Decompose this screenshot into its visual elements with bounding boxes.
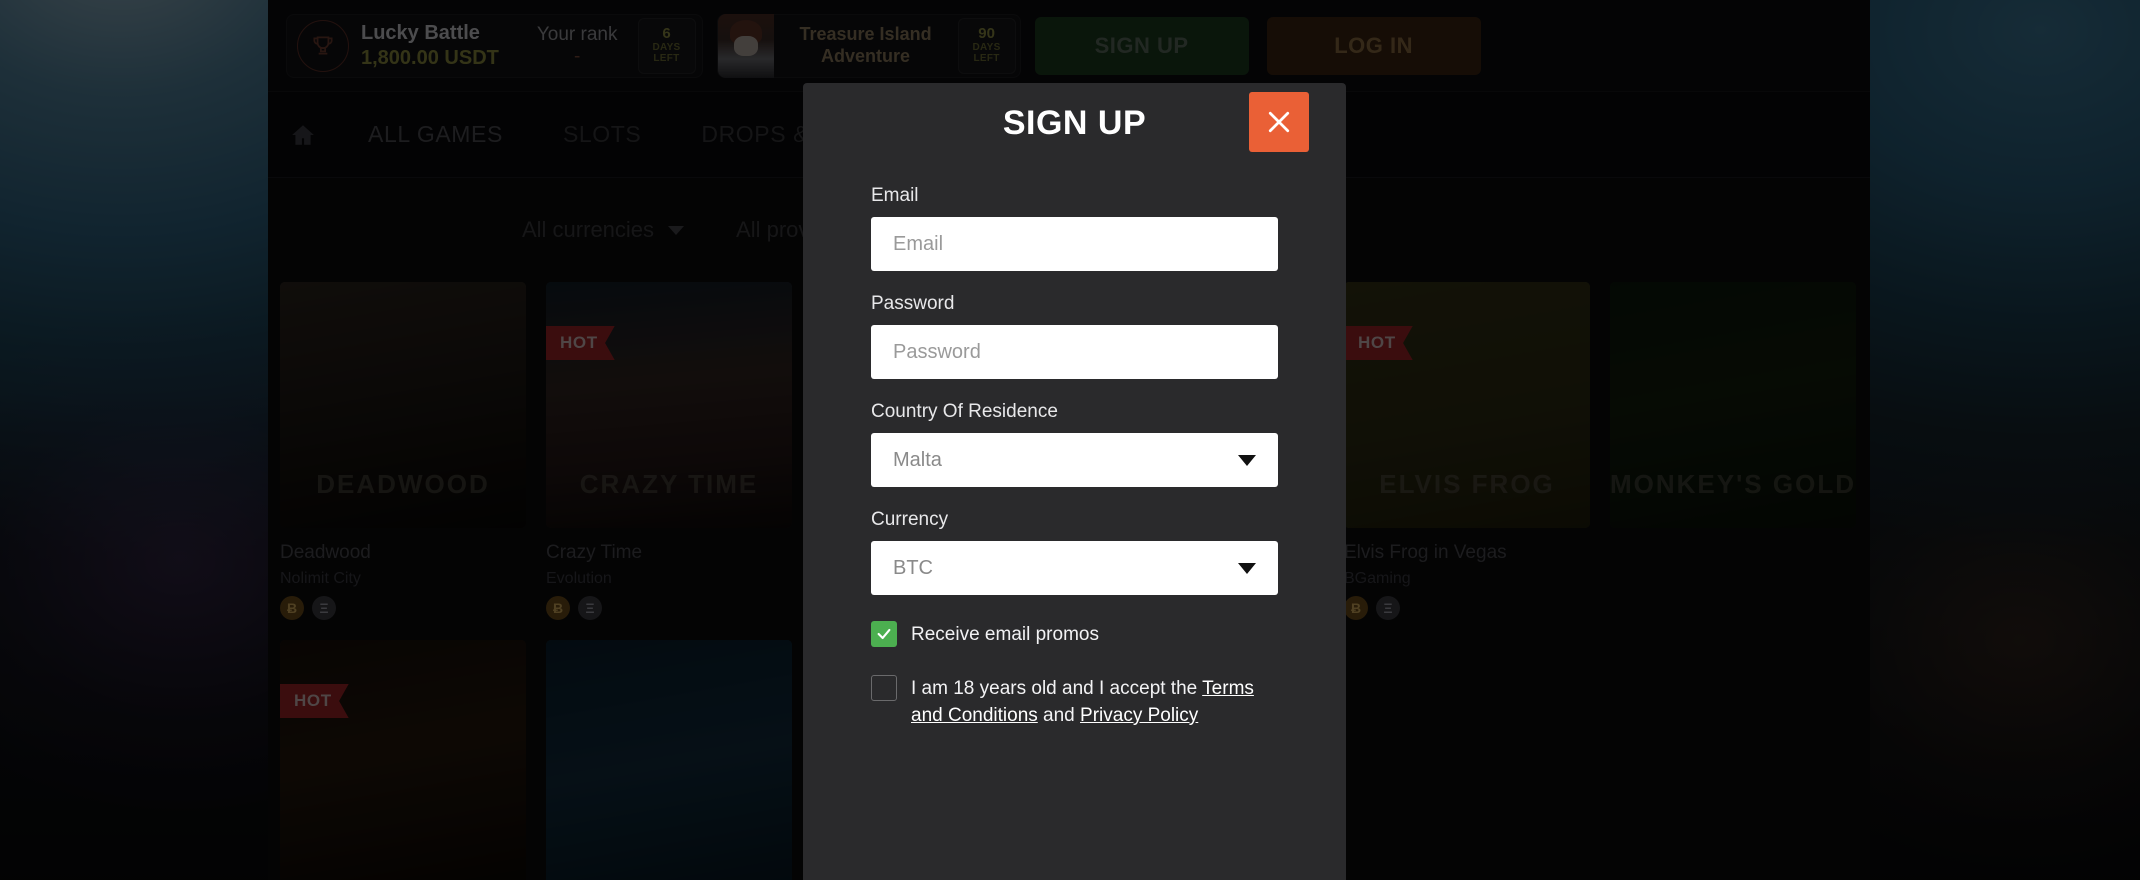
age-terms-label: I am 18 years old and I accept the Terms… [911, 675, 1278, 730]
promos-checkbox-row: Receive email promos [871, 621, 1278, 649]
password-label: Password [871, 293, 955, 314]
password-field-group: Password [871, 293, 1278, 379]
sign-up-modal: SIGN UP Email Password Country Of Reside… [803, 83, 1346, 880]
email-label: Email [871, 185, 919, 206]
chevron-down-icon [1238, 454, 1256, 466]
close-icon[interactable] [1249, 92, 1309, 152]
currency-field-group: Currency BTC [871, 509, 1278, 595]
country-field-group: Country Of Residence Malta [871, 401, 1278, 487]
country-label: Country Of Residence [871, 401, 1058, 422]
promos-checkbox[interactable] [871, 621, 897, 647]
modal-header: SIGN UP [871, 83, 1309, 163]
age-terms-checkbox[interactable] [871, 674, 897, 701]
currency-select[interactable]: BTC [871, 541, 1278, 595]
check-icon [877, 628, 891, 640]
privacy-policy-link[interactable]: Privacy Policy [1080, 705, 1198, 726]
currency-label: Currency [871, 509, 949, 530]
country-select[interactable]: Malta [871, 433, 1278, 487]
email-input[interactable] [871, 217, 1278, 271]
modal-title: SIGN UP [1002, 103, 1147, 142]
age-terms-checkbox-row: I am 18 years old and I accept the Terms… [871, 674, 1278, 730]
email-field-group: Email [871, 185, 1278, 271]
chevron-down-icon [1238, 562, 1256, 574]
password-input[interactable] [871, 325, 1278, 379]
age-terms-text-middle: and [1037, 704, 1081, 726]
age-terms-text-before: I am 18 years old and I accept the [911, 677, 1203, 699]
currency-selected-value: BTC [893, 556, 933, 579]
country-selected-value: Malta [893, 448, 942, 471]
promos-checkbox-label: Receive email promos [911, 624, 1099, 645]
